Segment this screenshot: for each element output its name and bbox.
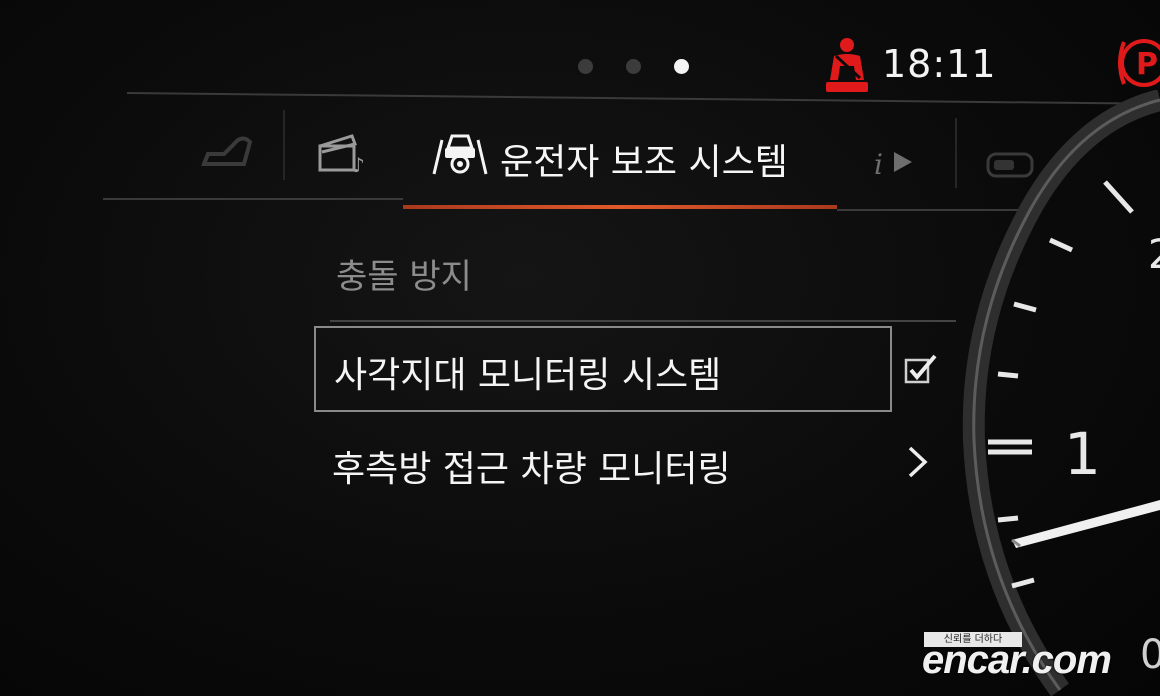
rpm-gauge: 2 1 0 bbox=[962, 90, 1160, 696]
svg-text:i: i bbox=[874, 148, 883, 178]
page-dot-3[interactable] bbox=[674, 59, 689, 74]
svg-text:♪: ♪ bbox=[352, 153, 365, 176]
gauge-number-1: 1 bbox=[1064, 420, 1101, 488]
chevron-right-icon bbox=[908, 446, 928, 478]
tab-separator bbox=[283, 110, 285, 180]
tab-separator bbox=[955, 118, 957, 188]
header-bottom-divider bbox=[103, 198, 403, 200]
page-dot-1[interactable] bbox=[578, 59, 593, 74]
watermark-logo: encar.com bbox=[922, 638, 1112, 682]
section-collision-avoidance-label: 충돌 방지 bbox=[336, 257, 472, 297]
section-divider bbox=[330, 320, 956, 322]
blind-spot-checkbox[interactable] bbox=[904, 354, 938, 384]
parking-brake-icon: P bbox=[1118, 39, 1160, 87]
page-dot-2[interactable] bbox=[626, 59, 641, 74]
seatbelt-warning-icon bbox=[826, 38, 868, 92]
seat-icon[interactable] bbox=[200, 130, 262, 170]
menu-item-blind-spot-monitoring[interactable]: 사각지대 모니터링 시스템 bbox=[314, 326, 892, 412]
menu-item-rear-cross-traffic-monitoring[interactable]: 후측방 접근 차량 모니터링 bbox=[314, 418, 954, 504]
svg-text:P: P bbox=[1136, 47, 1158, 82]
clock: 18:11 bbox=[882, 42, 997, 86]
gauge-number-2: 2 bbox=[1148, 232, 1160, 278]
menu-item-label: 사각지대 모니터링 시스템 bbox=[334, 355, 722, 396]
menu-item-label: 후측방 접근 차량 모니터링 bbox=[332, 449, 731, 490]
tab-driver-assist-label[interactable]: 운전자 보조 시스템 bbox=[500, 133, 788, 185]
driver-assist-icon[interactable] bbox=[432, 130, 488, 176]
media-clapperboard-icon[interactable]: ♪ bbox=[316, 132, 372, 176]
gauge-number-0: 0 bbox=[1140, 632, 1160, 678]
info-play-icon[interactable]: i bbox=[872, 146, 922, 178]
active-tab-indicator bbox=[403, 205, 837, 209]
